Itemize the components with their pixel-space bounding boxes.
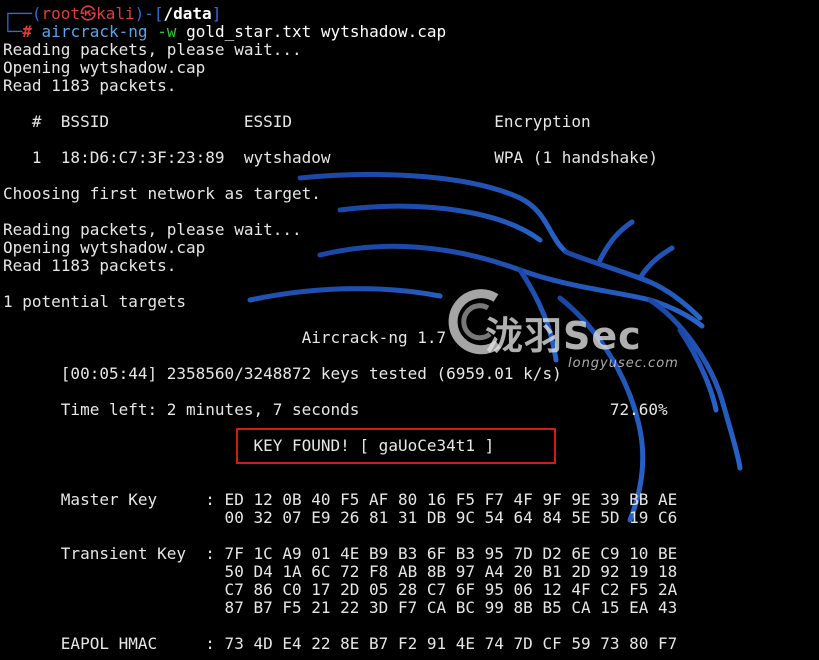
- command-flag: -w: [157, 22, 177, 41]
- terminal-window[interactable]: ┌──(root㉿kali)-[/data] └─# aircrack-ng -…: [0, 0, 819, 660]
- master-key-line: 00 32 07 E9 26 81 31 DB 9C 54 64 84 5E 5…: [3, 508, 678, 527]
- output-line: Read 1183 packets.: [3, 256, 177, 275]
- output-line: 1 potential targets: [3, 292, 187, 311]
- command-line[interactable]: └─# aircrack-ng -w gold_star.txt wytshad…: [3, 23, 446, 41]
- transient-key-line: 87 B7 F5 21 22 3D F7 CA BC 99 8B B5 CA 1…: [3, 598, 678, 617]
- prompt-separator: )-[: [134, 4, 164, 23]
- output-line: Read 1183 packets.: [3, 76, 177, 95]
- transient-key-line: 50 D4 1A 6C 72 F8 AB 8B 97 A4 20 B1 2D 9…: [3, 562, 678, 581]
- eapol-hmac-line: EAPOL HMAC : 73 4D E4 22 8E B7 F2 91 4E …: [3, 634, 678, 653]
- transient-key-line: C7 86 C0 17 2D 05 28 C7 6F 95 06 12 4F C…: [3, 580, 678, 599]
- prompt-corner-bottom: └─: [3, 22, 23, 41]
- prompt-close: ]: [211, 4, 222, 23]
- output-line: Reading packets, please wait...: [3, 40, 302, 59]
- network-table-row: 1 18:D6:C7:3F:23:89 wytshadow WPA (1 han…: [3, 148, 659, 167]
- output-line: Choosing first network as target.: [3, 184, 321, 203]
- network-table-header: # BSSID ESSID Encryption: [3, 112, 591, 131]
- command-name: aircrack-ng: [41, 22, 148, 41]
- key-found-line: KEY FOUND! [ gaUoCe34t1 ]: [3, 436, 495, 455]
- progress-line: [00:05:44] 2358560/3248872 keys tested (…: [3, 364, 562, 383]
- command-args: gold_star.txt wytshadow.cap: [186, 22, 447, 41]
- prompt-line: ┌──(root㉿kali)-[/data]: [3, 5, 221, 23]
- prompt-corner-top: ┌──(: [3, 4, 42, 23]
- transient-key-line: Transient Key : 7F 1C A9 01 4E B9 B3 6F …: [3, 544, 678, 563]
- prompt-skull-icon: ㉿: [80, 4, 97, 23]
- aircrack-banner: Aircrack-ng 1.7: [3, 328, 447, 347]
- prompt-cwd: /data: [163, 4, 212, 23]
- prompt-user: root: [41, 4, 81, 23]
- output-line: Opening wytshadow.cap: [3, 58, 206, 77]
- output-line: Reading packets, please wait...: [3, 220, 302, 239]
- master-key-line: Master Key : ED 12 0B 40 F5 AF 80 16 F5 …: [3, 490, 678, 509]
- time-left-line: Time left: 2 minutes, 7 seconds 72.60%: [3, 400, 668, 419]
- prompt-host: kali: [96, 4, 135, 23]
- prompt-hash: #: [22, 22, 32, 41]
- output-line: Opening wytshadow.cap: [3, 238, 206, 257]
